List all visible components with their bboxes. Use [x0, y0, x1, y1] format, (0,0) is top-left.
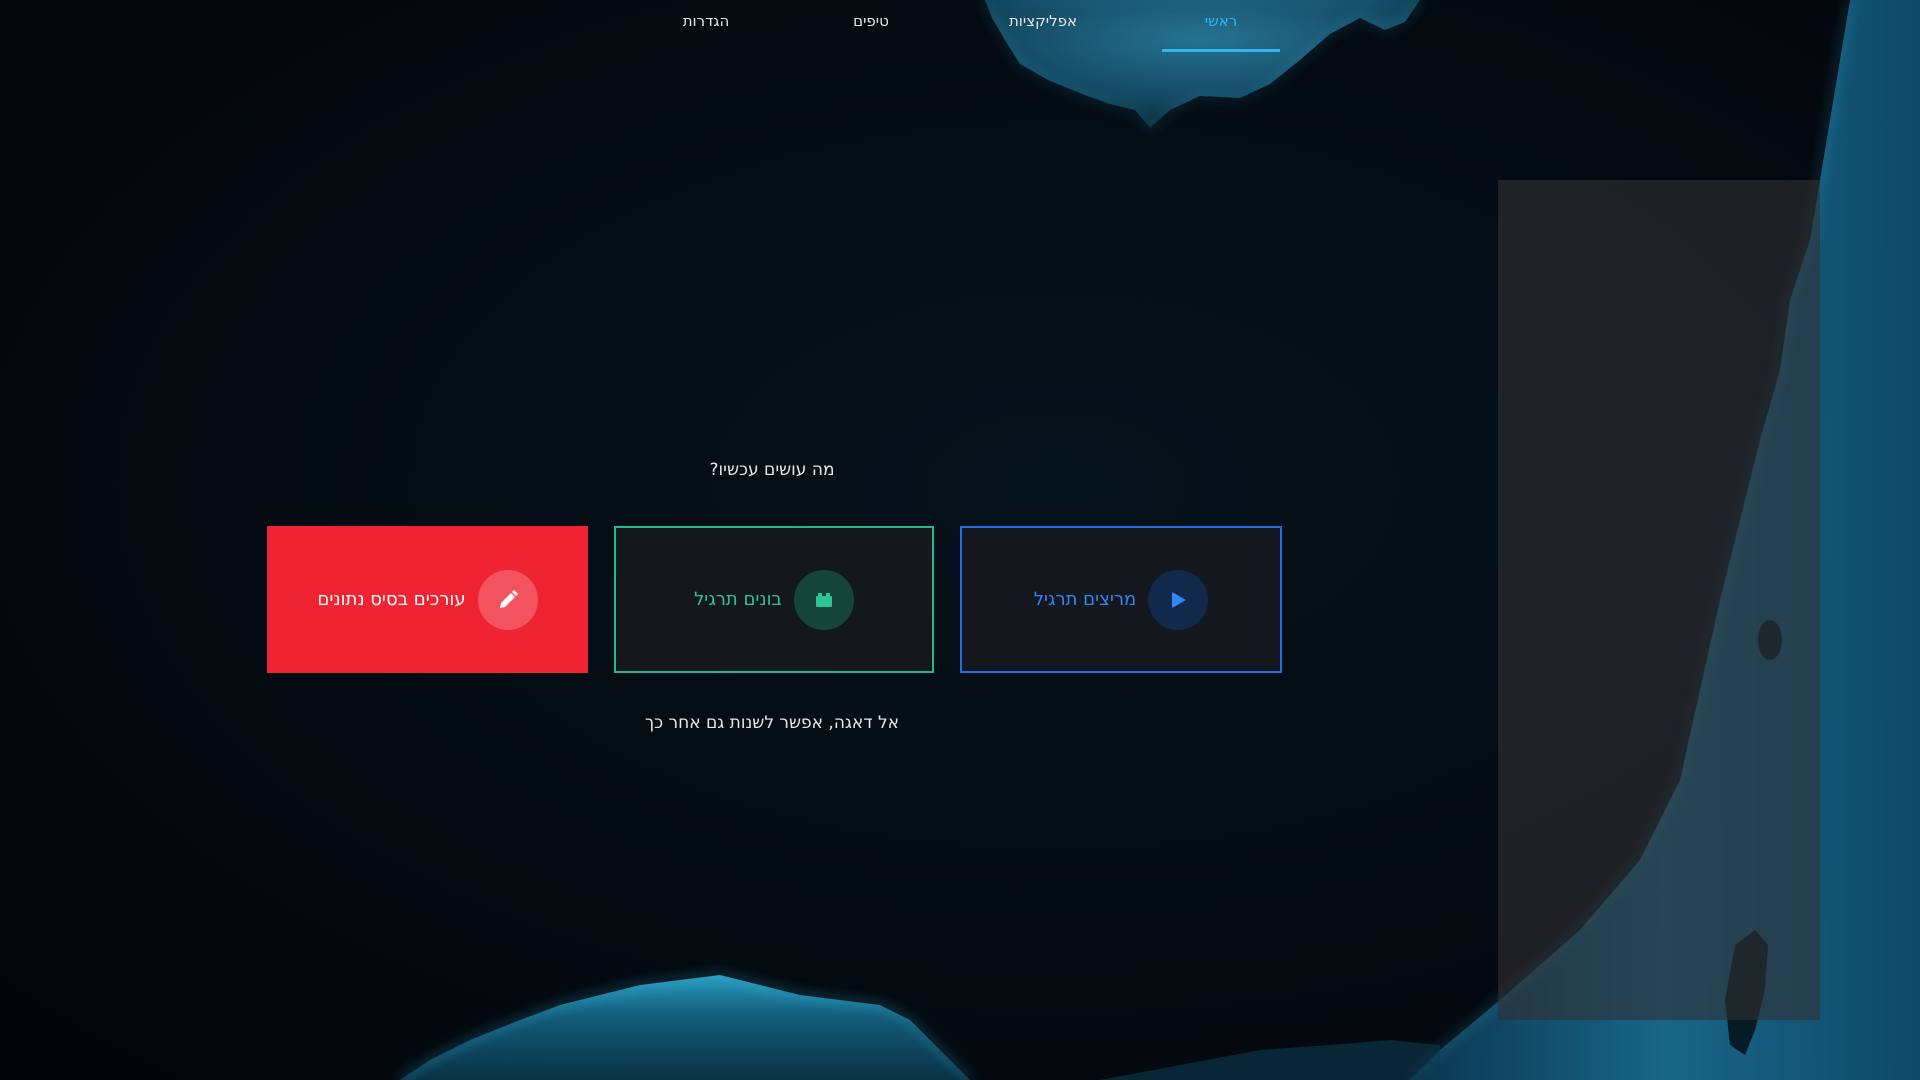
sinai-landmass	[400, 975, 970, 1080]
reassurance-note: אל דאגה, אפשר לשנות גם אחר כך	[644, 713, 900, 733]
nav-tab-apps[interactable]: אפליקציות	[984, 0, 1102, 52]
blocks-icon	[793, 569, 854, 630]
build-exercise-label: בונים תרגיל	[694, 589, 782, 610]
build-exercise-button[interactable]: בונים תרגיל	[614, 526, 934, 673]
edit-database-button[interactable]: עורכים בסיס נתונים	[267, 526, 588, 673]
nav-tab-tips[interactable]: טיפים	[812, 0, 930, 52]
side-panel	[1498, 180, 1820, 1020]
run-exercise-label: מריצים תרגיל	[1033, 589, 1137, 610]
run-exercise-button[interactable]: מריצים תרגיל	[960, 526, 1282, 673]
nav-tab-home[interactable]: ראשי	[1162, 0, 1280, 52]
app-screen: ראשי אפליקציות טיפים הגדרות מה עושים עכש…	[0, 0, 1920, 1080]
question-heading: מה עושים עכשיו?	[709, 460, 835, 480]
pencil-icon	[477, 569, 538, 630]
play-icon	[1148, 569, 1209, 630]
nav-tab-settings[interactable]: הגדרות	[647, 0, 765, 52]
edit-database-label: עורכים בסיס נתונים	[317, 589, 466, 610]
top-navigation: ראשי אפליקציות טיפים הגדרות	[640, 0, 1280, 52]
